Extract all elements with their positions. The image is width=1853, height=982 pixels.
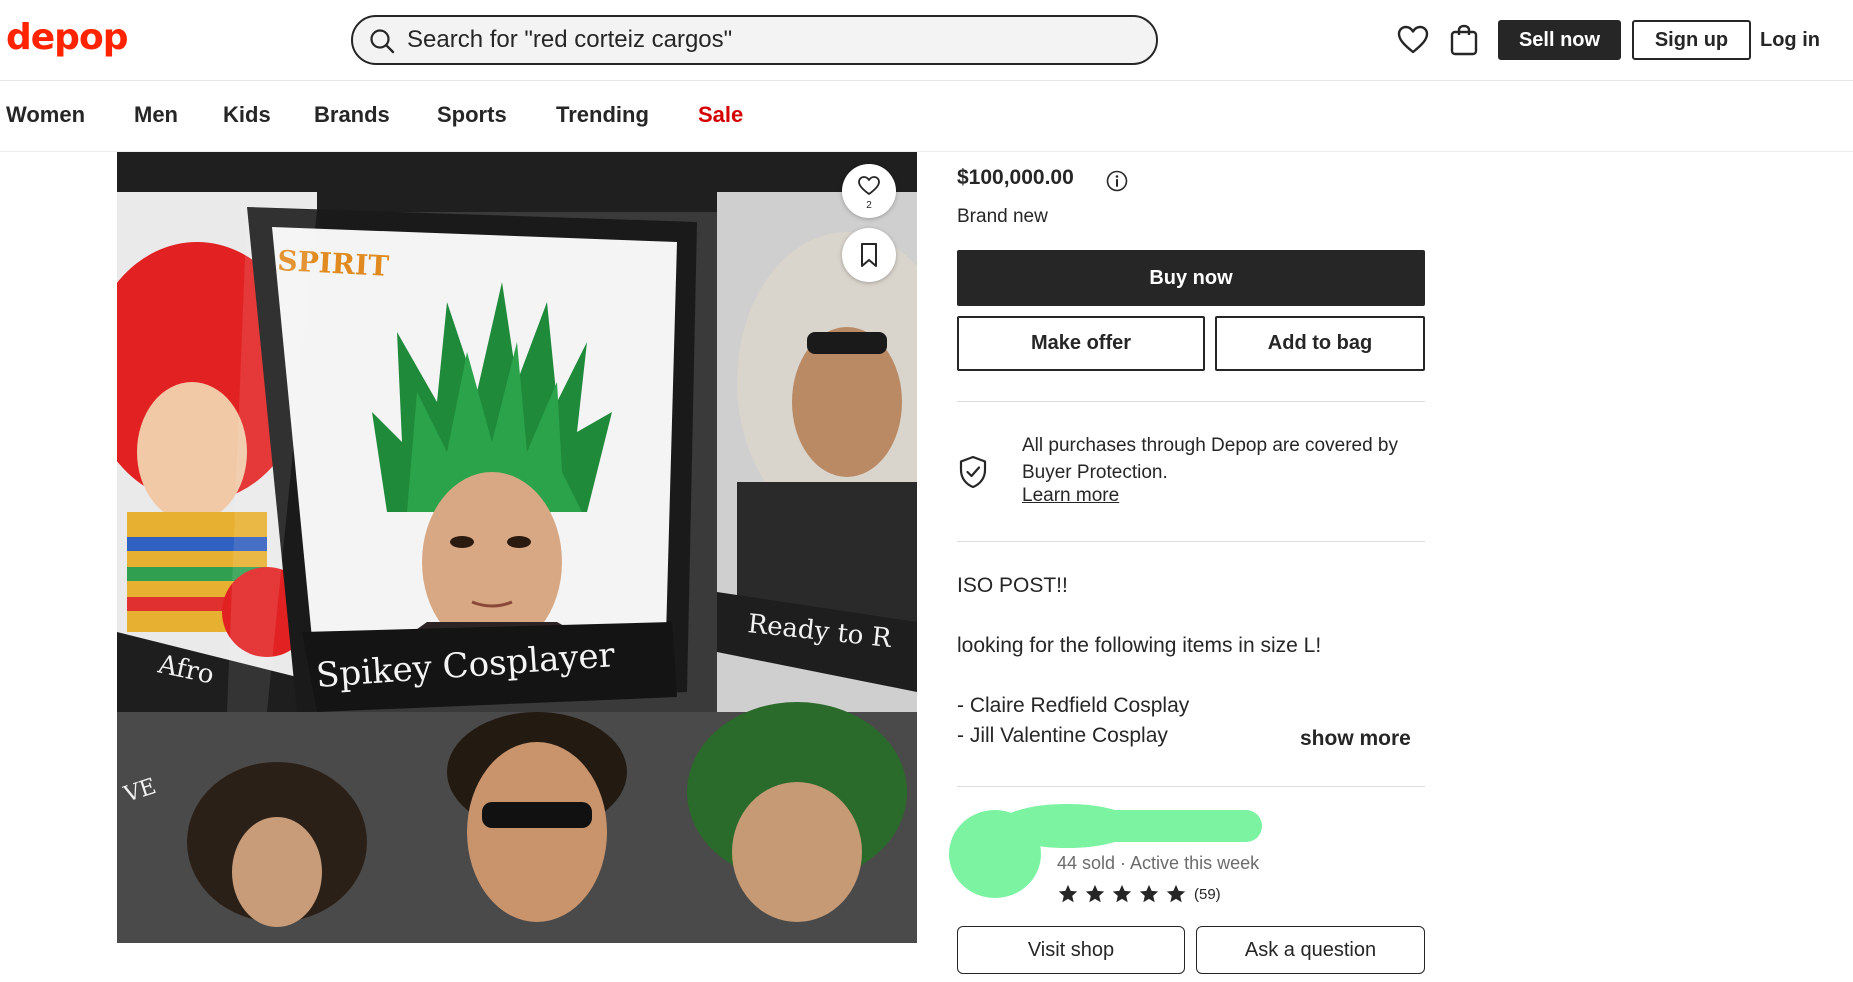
search-icon xyxy=(370,29,395,54)
learn-more-link[interactable]: Learn more xyxy=(1022,485,1119,507)
nav-item-trending[interactable]: Trending xyxy=(556,102,649,128)
star-icon xyxy=(1112,884,1132,903)
shield-check-icon xyxy=(959,455,987,489)
top-header: depop Sell now Sign up Log in xyxy=(0,0,1853,81)
description-line: - Claire Redfield Cosplay xyxy=(957,694,1190,717)
divider xyxy=(957,541,1425,542)
nav-item-men[interactable]: Men xyxy=(134,102,178,128)
star-icon xyxy=(1085,884,1105,903)
search-bar[interactable] xyxy=(351,15,1158,65)
log-in-button[interactable]: Log in xyxy=(1760,20,1850,60)
nav-item-sale[interactable]: Sale xyxy=(698,102,743,128)
star-icon xyxy=(1139,884,1159,903)
sign-up-button[interactable]: Sign up xyxy=(1632,20,1751,60)
add-to-bag-button[interactable]: Add to bag xyxy=(1215,316,1425,371)
depop-logo[interactable]: depop xyxy=(6,16,128,60)
star-icon xyxy=(1166,884,1186,903)
nav-item-sports[interactable]: Sports xyxy=(437,102,507,128)
ask-question-button[interactable]: Ask a question xyxy=(1196,926,1425,974)
visit-shop-button[interactable]: Visit shop xyxy=(957,926,1185,974)
star-icon xyxy=(1058,884,1078,903)
seller-stats: 44 sold · Active this week xyxy=(1057,853,1260,873)
description-line: looking for the following items in size … xyxy=(957,634,1322,657)
make-offer-button[interactable]: Make offer xyxy=(957,316,1205,371)
product-photo: Afro Ready to R VE SPIRIT Spikey Cosplay… xyxy=(117,152,917,943)
condition-label: Brand new xyxy=(957,206,1048,227)
buy-now-button[interactable]: Buy now xyxy=(957,250,1425,306)
description-line: ISO POST!! xyxy=(957,574,1068,597)
favorites-heart-icon[interactable] xyxy=(1395,22,1431,58)
like-button[interactable]: 2 xyxy=(842,164,896,218)
show-more-button[interactable]: show more xyxy=(1300,727,1411,751)
search-input[interactable] xyxy=(407,23,1137,57)
review-count: (59) xyxy=(1194,885,1221,903)
product-image[interactable]: Afro Ready to R VE SPIRIT Spikey Cosplay… xyxy=(117,152,917,943)
description-line: - Jill Valentine Cosplay xyxy=(957,724,1168,747)
save-button[interactable] xyxy=(842,228,896,282)
divider xyxy=(957,786,1425,787)
category-nav: Women Men Kids Brands Sports Trending Sa… xyxy=(0,82,1853,152)
shopping-bag-icon[interactable] xyxy=(1446,22,1482,58)
price: $100,000.00 xyxy=(957,166,1074,189)
nav-item-brands[interactable]: Brands xyxy=(314,102,390,128)
buyer-protection-text: All purchases through Depop are covered … xyxy=(1022,435,1399,483)
nav-item-kids[interactable]: Kids xyxy=(223,102,271,128)
seller-rating[interactable]: (59) xyxy=(1057,883,1221,905)
sell-now-button[interactable]: Sell now xyxy=(1498,20,1621,60)
like-count: 2 xyxy=(866,200,872,211)
divider xyxy=(957,401,1425,402)
bookmark-icon xyxy=(861,243,877,267)
info-icon[interactable] xyxy=(1106,170,1128,192)
nav-item-women[interactable]: Women xyxy=(6,102,85,128)
heart-icon xyxy=(858,176,880,195)
